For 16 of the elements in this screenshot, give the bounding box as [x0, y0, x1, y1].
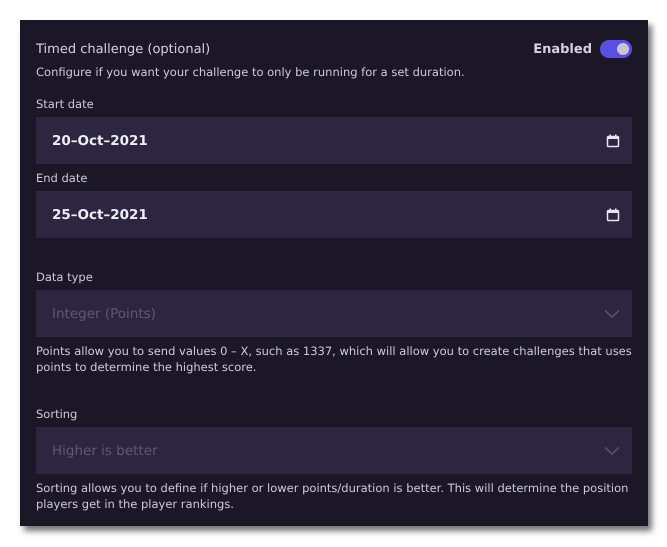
calendar-icon[interactable] — [606, 134, 620, 148]
help-text: Points allow you to send values 0 – X, such as 1337, which will allow you to create challenges that uses points to determine the highest score. — [36, 343, 632, 375]
chevron-down-icon — [604, 308, 620, 318]
field-label: Start date — [36, 97, 95, 111]
chevron-down-icon — [604, 446, 620, 456]
date-field[interactable]: 20–Oct–2021 — [36, 117, 632, 164]
field-label: Sorting — [36, 407, 78, 421]
toggle-switch[interactable] — [600, 40, 632, 58]
field-label: End date — [36, 171, 88, 185]
toggle-label: Enabled — [533, 42, 592, 56]
section-description: Configure if you want your challenge to only be running for a set duration. — [36, 65, 466, 79]
calendar-icon[interactable] — [606, 208, 620, 222]
field-label: Data type — [36, 270, 94, 284]
help-text: Sorting allows you to define if higher or lower points/duration is better. This will determine the position players get in the player rankings. — [36, 480, 630, 512]
date-field[interactable]: 25–Oct–2021 — [36, 191, 632, 238]
section-title: Timed challenge (optional) — [36, 42, 210, 56]
